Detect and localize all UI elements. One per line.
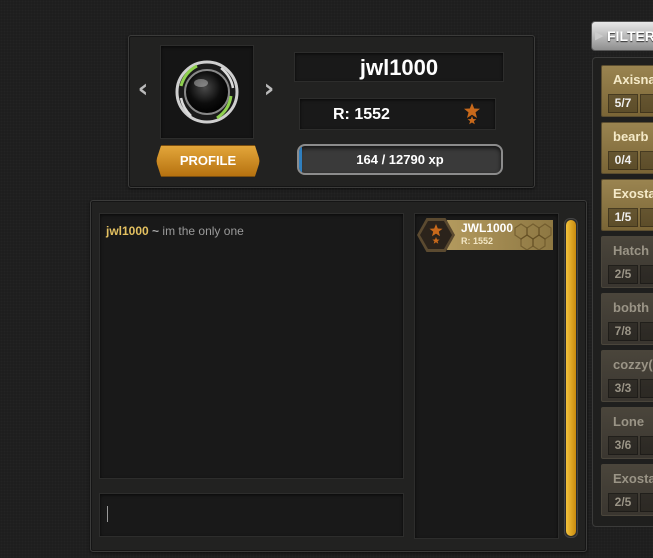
- chevron-right-icon: ▶: [595, 30, 604, 42]
- avatar-orb-icon: [175, 60, 239, 124]
- player-rating: R: 1552: [461, 236, 494, 246]
- game-item[interactable]: Exosta 1/5: [601, 179, 653, 231]
- game-player-count: 1/5: [608, 208, 638, 227]
- message-text: im the only one: [162, 224, 244, 238]
- player-card[interactable]: JWL1000 R: 1552: [417, 218, 554, 252]
- game-item[interactable]: Exosta 2/5: [601, 464, 653, 516]
- chat-input[interactable]: [99, 493, 404, 537]
- game-item[interactable]: bearb 0/4: [601, 122, 653, 174]
- game-item[interactable]: Axisna 5/7: [601, 65, 653, 117]
- game-slot: [640, 208, 653, 227]
- username-box: jwl1000: [294, 52, 504, 82]
- game-name: cozzy(: [613, 357, 653, 372]
- xp-text: 164 / 12790 xp: [356, 152, 444, 167]
- message-separator: ~: [152, 224, 160, 238]
- chevron-left-icon[interactable]: ‹: [134, 76, 152, 102]
- chat-panel: jwl1000 ~ im the only one JWL1000 R: 155…: [90, 200, 587, 552]
- game-player-count: 0/4: [608, 151, 638, 170]
- game-slot: [640, 379, 653, 398]
- avatar: [160, 45, 254, 139]
- game-player-count: 7/8: [608, 322, 638, 341]
- game-slot: [640, 493, 653, 512]
- game-item[interactable]: bobth 7/8: [601, 293, 653, 345]
- chat-message: jwl1000 ~ im the only one: [106, 224, 244, 238]
- game-name: Hatch: [613, 243, 650, 258]
- xp-progress-bar: 164 / 12790 xp: [297, 144, 503, 175]
- filter-label: FILTER: [607, 28, 653, 44]
- rank-stars-icon: [429, 224, 443, 244]
- game-name: Exosta: [613, 471, 653, 486]
- game-player-count: 2/5: [608, 493, 638, 512]
- filter-button[interactable]: ▶ FILTER: [591, 21, 653, 51]
- game-item[interactable]: cozzy( 3/3: [601, 350, 653, 402]
- game-name: bearb: [613, 129, 649, 144]
- rating-value: R: 1552: [333, 106, 390, 123]
- chevron-right-icon[interactable]: ›: [260, 76, 278, 102]
- game-item[interactable]: Lone 3/6: [601, 407, 653, 459]
- player-list: JWL1000 R: 1552: [414, 213, 559, 539]
- message-username: jwl1000: [106, 224, 149, 238]
- rating-box: R: 1552: [299, 98, 496, 130]
- text-caret: [107, 506, 108, 522]
- rank-stars-icon: [464, 103, 480, 125]
- player-card-body: JWL1000 R: 1552: [447, 220, 553, 250]
- player-list-scrollbar[interactable]: [564, 218, 578, 538]
- scrollbar-thumb[interactable]: [566, 220, 576, 536]
- game-name: Exosta: [613, 186, 653, 201]
- game-name: Lone: [613, 414, 645, 429]
- game-name: Axisna: [613, 72, 653, 87]
- game-slot: [640, 94, 653, 113]
- game-slot: [640, 322, 653, 341]
- game-slot: [640, 151, 653, 170]
- game-player-count: 3/6: [608, 436, 638, 455]
- game-list: Axisna 5/7 bearb 0/4 Exosta 1/5 Hatch 2/…: [592, 57, 653, 527]
- game-slot: [640, 436, 653, 455]
- username: jwl1000: [359, 55, 439, 80]
- game-player-count: 5/7: [608, 94, 638, 113]
- chat-messages: jwl1000 ~ im the only one: [99, 213, 404, 479]
- game-slot: [640, 265, 653, 284]
- game-player-count: 3/3: [608, 379, 638, 398]
- player-name: JWL1000: [461, 221, 514, 235]
- game-item[interactable]: Hatch 2/5: [601, 236, 653, 288]
- profile-panel: ‹ › PROFILE jwl1000 R: 1552 164 / 12790 …: [128, 35, 535, 188]
- game-name: bobth: [613, 300, 650, 315]
- game-player-count: 2/5: [608, 265, 638, 284]
- profile-button[interactable]: PROFILE: [156, 145, 260, 177]
